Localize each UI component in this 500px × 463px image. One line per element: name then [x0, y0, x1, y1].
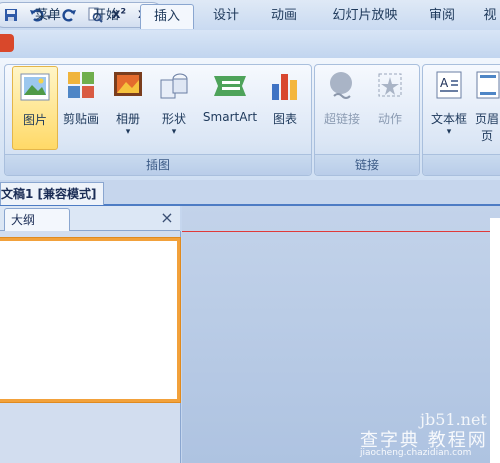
watermark-url: jiaocheng.chazidian.com — [360, 448, 472, 458]
tab-home[interactable]: 开始 — [84, 4, 128, 28]
shapes-label: 形状 — [161, 112, 186, 126]
tab-animation[interactable]: 动画 — [262, 4, 306, 28]
textbox-label: 文本框 — [430, 112, 467, 126]
picture-label: 图片 — [22, 113, 47, 127]
svg-text:A: A — [440, 76, 449, 90]
album-button[interactable]: 相册 ▾ — [106, 66, 150, 148]
shapes-icon — [160, 73, 188, 99]
ribbon-tab-bar — [0, 30, 500, 59]
tab-menu[interactable]: 菜单 — [26, 4, 70, 28]
smartart-label: SmartArt — [202, 110, 258, 124]
photo-album-icon — [114, 72, 142, 96]
tab-slideshow[interactable]: 幻灯片放映 — [326, 4, 404, 28]
smartart-button[interactable]: SmartArt — [198, 66, 262, 148]
smartart-icon — [214, 76, 246, 96]
close-icon[interactable]: × — [158, 209, 176, 227]
group-label-links: 链接 — [315, 154, 419, 175]
hyperlink-label: 超链接 — [323, 112, 360, 126]
action-label: 动作 — [377, 112, 402, 126]
album-label: 相册 — [115, 112, 140, 126]
action-star-icon — [378, 73, 402, 97]
album-dropdown-icon: ▾ — [125, 127, 131, 137]
header-footer-label-2: 页 — [480, 129, 493, 143]
chart-icon — [272, 74, 297, 100]
slide-thumbnail[interactable] — [0, 238, 180, 402]
textbox-button[interactable]: A 文本框 ▾ — [426, 66, 472, 148]
globe-link-icon — [330, 72, 352, 99]
action-button[interactable]: 动作 — [368, 66, 412, 148]
tab-insert[interactable]: 插入 — [140, 4, 194, 29]
tab-review[interactable]: 审阅 — [420, 4, 464, 28]
picture-button[interactable]: 图片 — [12, 66, 58, 150]
group-label-text — [423, 154, 500, 175]
document-tab[interactable]: 文稿1 [兼容模式] — [0, 182, 104, 205]
shapes-dropdown-icon: ▾ — [171, 127, 177, 137]
chart-button[interactable]: 图表 — [264, 66, 306, 148]
group-label-illustrations: 插图 — [5, 154, 311, 175]
header-footer-button[interactable]: 页眉 页 — [474, 66, 500, 148]
header-footer-label: 页眉 — [474, 112, 499, 126]
header-footer-icon — [476, 71, 500, 99]
tab-outline[interactable]: 大纲 — [4, 208, 70, 231]
clipart-label: 剪贴画 — [62, 112, 99, 126]
tab-view[interactable]: 视 — [480, 4, 500, 28]
chart-label: 图表 — [272, 112, 297, 126]
office-logo-icon[interactable] — [0, 34, 14, 52]
textbox-icon: A — [436, 71, 462, 99]
hyperlink-button[interactable]: 超链接 — [318, 66, 366, 148]
clipart-icon — [68, 72, 94, 98]
tab-design[interactable]: 设计 — [204, 4, 248, 28]
textbox-dropdown-icon: ▾ — [446, 127, 452, 137]
picture-icon — [20, 73, 50, 101]
clipart-button[interactable]: 剪贴画 — [58, 66, 104, 148]
save-icon[interactable] — [2, 6, 20, 24]
guide-line — [182, 231, 500, 232]
shapes-button[interactable]: 形状 ▾ — [152, 66, 196, 148]
slide-canvas[interactable] — [490, 218, 500, 463]
